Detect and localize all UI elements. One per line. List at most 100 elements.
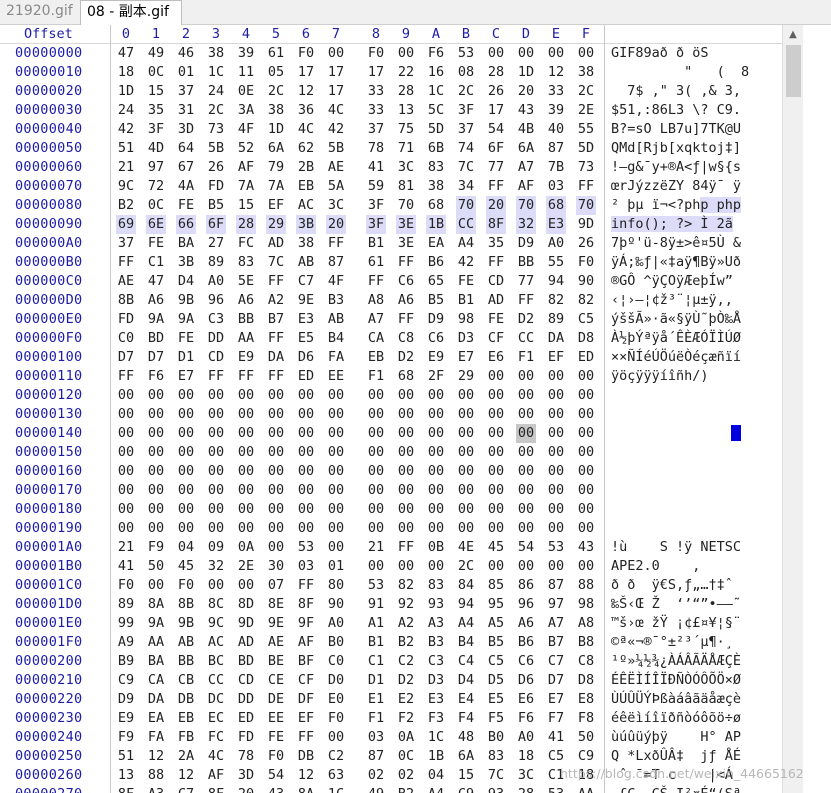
hex-byte[interactable]: 5D bbox=[576, 139, 596, 158]
hex-byte[interactable]: 6A bbox=[266, 139, 286, 158]
hex-byte[interactable]: 63 bbox=[326, 766, 346, 785]
hex-byte[interactable]: 97 bbox=[146, 158, 166, 177]
hex-byte[interactable]: 9E bbox=[296, 291, 316, 310]
hex-byte[interactable]: F7 bbox=[546, 709, 566, 728]
hex-byte[interactable]: 50 bbox=[576, 728, 596, 747]
hex-byte[interactable]: 39 bbox=[236, 44, 256, 63]
hex-byte[interactable]: D9 bbox=[516, 234, 536, 253]
hex-byte[interactable]: 90 bbox=[326, 595, 346, 614]
hex-byte[interactable]: 9B bbox=[176, 614, 196, 633]
hex-byte[interactable]: BF bbox=[296, 652, 316, 671]
hex-byte[interactable]: 3B bbox=[176, 253, 196, 272]
hex-row[interactable]: 00000220 D9 DA DB DC DD DE DF E0 E1 E2 E3 E4 E5 E6 E7 E8… bbox=[0, 690, 782, 709]
hex-byte[interactable]: B5 bbox=[426, 291, 446, 310]
hex-byte[interactable]: 12 bbox=[296, 766, 316, 785]
hex-byte[interactable]: 00 bbox=[426, 462, 446, 481]
hex-byte[interactable]: 4D bbox=[146, 139, 166, 158]
hex-byte[interactable]: ED bbox=[236, 709, 256, 728]
hex-byte[interactable]: 09 bbox=[206, 538, 226, 557]
hex-byte[interactable]: 78 bbox=[236, 747, 256, 766]
hex-byte[interactable]: AF bbox=[516, 177, 536, 196]
hex-byte[interactable]: D8 bbox=[576, 329, 596, 348]
hex-byte[interactable]: BC bbox=[206, 652, 226, 671]
hex-byte[interactable]: CB bbox=[176, 671, 196, 690]
hex-byte[interactable]: 66 bbox=[176, 215, 196, 234]
hex-byte[interactable]: 12 bbox=[546, 63, 566, 82]
hex-byte[interactable]: 00 bbox=[396, 44, 416, 63]
hex-row[interactable]: 000001B0 41 50 45 32 2E 30 03 01 00 00 00 2C 00 00 00 00… bbox=[0, 557, 782, 576]
hex-byte[interactable]: 4A bbox=[176, 177, 196, 196]
hex-byte[interactable]: 00 bbox=[426, 443, 446, 462]
hex-byte[interactable]: AE bbox=[266, 633, 286, 652]
hex-byte[interactable]: 45 bbox=[486, 538, 506, 557]
hex-byte[interactable]: 9B bbox=[176, 291, 196, 310]
ascii-text[interactable]: ÙÚÛÜÝÞßàáâãäåæçè bbox=[611, 690, 741, 709]
hex-byte[interactable]: F1 bbox=[366, 709, 386, 728]
hex-byte[interactable]: 3E bbox=[396, 234, 416, 253]
hex-byte[interactable]: 00 bbox=[516, 481, 536, 500]
hex-byte[interactable]: 53 bbox=[546, 538, 566, 557]
hex-byte[interactable]: 68 bbox=[426, 196, 446, 215]
hex-byte[interactable]: 33 bbox=[546, 82, 566, 101]
hex-byte[interactable]: 5D bbox=[426, 120, 446, 139]
hex-row[interactable]: 000000F0 C0 BD FE DD AA FF E5 B4 CA C8 C6 D3 CF CC DA D8… bbox=[0, 329, 782, 348]
hex-row[interactable]: 00000270 8F A3 C7 8F 20 43 8A 1C 49 B2 A4 C9 93 28 53 AA… bbox=[0, 785, 782, 793]
hex-byte[interactable]: 00 bbox=[486, 424, 506, 443]
hex-byte[interactable]: 00 bbox=[486, 405, 506, 424]
hex-byte[interactable]: 00 bbox=[546, 405, 566, 424]
hex-byte[interactable]: 8C bbox=[206, 595, 226, 614]
hex-byte[interactable]: FF bbox=[396, 253, 416, 272]
hex-byte[interactable]: 5C bbox=[426, 101, 446, 120]
ascii-text[interactable]: GIF89að ð öS bbox=[611, 44, 741, 63]
hex-byte[interactable]: 93 bbox=[486, 785, 506, 793]
hex-row[interactable]: 00000230 E9 EA EB EC ED EE EF F0 F1 F2 F3 F4 F5 F6 F7 F8… bbox=[0, 709, 782, 728]
hex-byte[interactable]: D3 bbox=[456, 329, 476, 348]
hex-byte[interactable]: BB bbox=[236, 310, 256, 329]
hex-byte[interactable]: A1 bbox=[366, 614, 386, 633]
hex-byte[interactable]: FF bbox=[516, 291, 536, 310]
hex-byte[interactable]: 00 bbox=[266, 519, 286, 538]
hex-byte[interactable]: 00 bbox=[236, 481, 256, 500]
hex-byte[interactable]: 48 bbox=[456, 728, 476, 747]
hex-byte[interactable]: 00 bbox=[236, 500, 256, 519]
hex-byte[interactable]: 00 bbox=[116, 405, 136, 424]
hex-row[interactable]: 00000000 47 49 46 38 39 61 F0 00 F0 00 F6 53 00 00 00 00… bbox=[0, 44, 782, 63]
hex-byte[interactable]: AD bbox=[236, 633, 256, 652]
hex-byte[interactable]: BD bbox=[236, 652, 256, 671]
hex-byte[interactable]: C6 bbox=[426, 329, 446, 348]
hex-byte[interactable]: CD bbox=[236, 671, 256, 690]
hex-byte[interactable]: 00 bbox=[396, 481, 416, 500]
hex-byte[interactable]: 43 bbox=[516, 101, 536, 120]
hex-byte[interactable]: 00 bbox=[396, 405, 416, 424]
hex-byte[interactable]: 33 bbox=[366, 82, 386, 101]
hex-byte[interactable]: 49 bbox=[146, 44, 166, 63]
hex-byte[interactable]: CA bbox=[366, 329, 386, 348]
hex-byte[interactable]: 28 bbox=[516, 785, 536, 793]
hex-byte[interactable]: 00 bbox=[116, 424, 136, 443]
hex-editor-grid[interactable]: 00000000 47 49 46 38 39 61 F0 00 F0 00 F6 53 00 00 00 00… bbox=[0, 44, 782, 793]
hex-byte[interactable]: 00 bbox=[486, 557, 506, 576]
hex-byte[interactable]: 00 bbox=[116, 481, 136, 500]
hex-byte[interactable]: C9 bbox=[456, 785, 476, 793]
hex-byte[interactable]: 00 bbox=[516, 462, 536, 481]
hex-byte[interactable]: F1 bbox=[516, 348, 536, 367]
hex-byte[interactable]: 8B bbox=[176, 595, 196, 614]
hex-byte[interactable]: 3E bbox=[396, 215, 416, 234]
hex-byte[interactable]: 00 bbox=[516, 405, 536, 424]
hex-byte[interactable]: 1C bbox=[426, 82, 446, 101]
hex-byte[interactable]: FF bbox=[326, 234, 346, 253]
hex-byte[interactable]: 64 bbox=[176, 139, 196, 158]
hex-byte[interactable]: 89 bbox=[546, 310, 566, 329]
hex-byte[interactable]: 00 bbox=[296, 500, 316, 519]
hex-byte[interactable]: 0C bbox=[146, 63, 166, 82]
hex-row[interactable]: 00000240 F9 FA FB FC FD FE FF 00 03 0A 1C 48 B0 A0 41 50… bbox=[0, 728, 782, 747]
hex-byte[interactable]: CE bbox=[266, 671, 286, 690]
hex-byte[interactable]: 7C bbox=[486, 766, 506, 785]
ascii-text[interactable]: ð ð ÿ€S‚ƒ„…†‡ˆ bbox=[611, 576, 733, 595]
hex-byte[interactable]: D2 bbox=[516, 310, 536, 329]
hex-byte[interactable]: C0 bbox=[116, 329, 136, 348]
hex-byte[interactable]: 51 bbox=[116, 747, 136, 766]
hex-byte[interactable]: FF bbox=[486, 177, 506, 196]
hex-row[interactable]: 00000130 00 00 00 00 00 00 00 00 00 00 00 00 00 00 00 00 bbox=[0, 405, 782, 424]
hex-byte[interactable]: C9 bbox=[116, 671, 136, 690]
